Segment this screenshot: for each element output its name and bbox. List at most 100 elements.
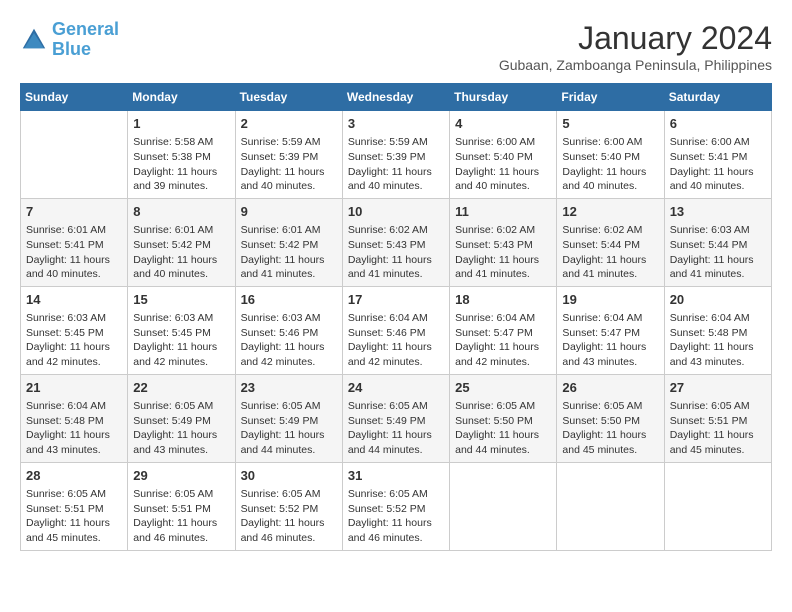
day-info: Sunrise: 5:58 AM Sunset: 5:38 PM Dayligh…	[133, 135, 229, 194]
day-number: 27	[670, 379, 766, 397]
day-number: 5	[562, 115, 658, 133]
day-info: Sunrise: 6:01 AM Sunset: 5:42 PM Dayligh…	[241, 223, 337, 282]
day-info: Sunrise: 6:00 AM Sunset: 5:41 PM Dayligh…	[670, 135, 766, 194]
day-number: 1	[133, 115, 229, 133]
calendar-cell: 25 Sunrise: 6:05 AM Sunset: 5:50 PM Dayli…	[450, 374, 557, 462]
day-info: Sunrise: 6:05 AM Sunset: 5:49 PM Dayligh…	[241, 399, 337, 458]
day-number: 16	[241, 291, 337, 309]
day-info: Sunrise: 6:02 AM Sunset: 5:43 PM Dayligh…	[348, 223, 444, 282]
day-info: Sunrise: 6:04 AM Sunset: 5:48 PM Dayligh…	[670, 311, 766, 370]
calendar-cell: 9 Sunrise: 6:01 AM Sunset: 5:42 PM Daylig…	[235, 198, 342, 286]
calendar-cell: 1 Sunrise: 5:58 AM Sunset: 5:38 PM Daylig…	[128, 111, 235, 199]
day-info: Sunrise: 6:01 AM Sunset: 5:41 PM Dayligh…	[26, 223, 122, 282]
day-info: Sunrise: 5:59 AM Sunset: 5:39 PM Dayligh…	[348, 135, 444, 194]
calendar-cell: 21 Sunrise: 6:04 AM Sunset: 5:48 PM Dayli…	[21, 374, 128, 462]
day-number: 12	[562, 203, 658, 221]
day-info: Sunrise: 6:05 AM Sunset: 5:49 PM Dayligh…	[348, 399, 444, 458]
day-number: 25	[455, 379, 551, 397]
day-number: 29	[133, 467, 229, 485]
day-number: 10	[348, 203, 444, 221]
calendar-cell	[664, 462, 771, 550]
day-info: Sunrise: 6:00 AM Sunset: 5:40 PM Dayligh…	[562, 135, 658, 194]
header-day-monday: Monday	[128, 84, 235, 111]
calendar-cell: 7 Sunrise: 6:01 AM Sunset: 5:41 PM Daylig…	[21, 198, 128, 286]
header-day-tuesday: Tuesday	[235, 84, 342, 111]
calendar-cell: 19 Sunrise: 6:04 AM Sunset: 5:47 PM Dayli…	[557, 286, 664, 374]
day-number: 19	[562, 291, 658, 309]
calendar-cell: 10 Sunrise: 6:02 AM Sunset: 5:43 PM Dayli…	[342, 198, 449, 286]
calendar-cell: 15 Sunrise: 6:03 AM Sunset: 5:45 PM Dayli…	[128, 286, 235, 374]
day-number: 20	[670, 291, 766, 309]
calendar-cell: 26 Sunrise: 6:05 AM Sunset: 5:50 PM Dayli…	[557, 374, 664, 462]
location-title: Gubaan, Zamboanga Peninsula, Philippines	[499, 57, 772, 73]
day-number: 24	[348, 379, 444, 397]
day-number: 7	[26, 203, 122, 221]
calendar-cell: 4 Sunrise: 6:00 AM Sunset: 5:40 PM Daylig…	[450, 111, 557, 199]
calendar-cell: 23 Sunrise: 6:05 AM Sunset: 5:49 PM Dayli…	[235, 374, 342, 462]
day-info: Sunrise: 6:03 AM Sunset: 5:44 PM Dayligh…	[670, 223, 766, 282]
day-info: Sunrise: 6:00 AM Sunset: 5:40 PM Dayligh…	[455, 135, 551, 194]
day-number: 23	[241, 379, 337, 397]
day-number: 4	[455, 115, 551, 133]
day-info: Sunrise: 6:03 AM Sunset: 5:45 PM Dayligh…	[133, 311, 229, 370]
calendar-cell: 27 Sunrise: 6:05 AM Sunset: 5:51 PM Dayli…	[664, 374, 771, 462]
day-number: 17	[348, 291, 444, 309]
header-day-friday: Friday	[557, 84, 664, 111]
day-number: 9	[241, 203, 337, 221]
day-info: Sunrise: 6:01 AM Sunset: 5:42 PM Dayligh…	[133, 223, 229, 282]
day-info: Sunrise: 6:04 AM Sunset: 5:47 PM Dayligh…	[562, 311, 658, 370]
calendar-cell	[450, 462, 557, 550]
logo: General Blue	[20, 20, 119, 60]
day-info: Sunrise: 6:05 AM Sunset: 5:49 PM Dayligh…	[133, 399, 229, 458]
day-number: 15	[133, 291, 229, 309]
day-info: Sunrise: 6:04 AM Sunset: 5:47 PM Dayligh…	[455, 311, 551, 370]
calendar-week-row: 21 Sunrise: 6:04 AM Sunset: 5:48 PM Dayli…	[21, 374, 772, 462]
day-info: Sunrise: 6:05 AM Sunset: 5:51 PM Dayligh…	[670, 399, 766, 458]
day-number: 28	[26, 467, 122, 485]
day-number: 22	[133, 379, 229, 397]
calendar-cell: 16 Sunrise: 6:03 AM Sunset: 5:46 PM Dayli…	[235, 286, 342, 374]
calendar-cell: 28Sunrise: 6:05 AM Sunset: 5:51 PM Dayli…	[21, 462, 128, 550]
calendar-cell: 22 Sunrise: 6:05 AM Sunset: 5:49 PM Dayli…	[128, 374, 235, 462]
day-number: 8	[133, 203, 229, 221]
calendar-cell: 13Sunrise: 6:03 AM Sunset: 5:44 PM Dayli…	[664, 198, 771, 286]
logo-text: General Blue	[52, 20, 119, 60]
day-number: 26	[562, 379, 658, 397]
day-info: Sunrise: 6:02 AM Sunset: 5:44 PM Dayligh…	[562, 223, 658, 282]
day-info: Sunrise: 6:05 AM Sunset: 5:50 PM Dayligh…	[562, 399, 658, 458]
day-info: Sunrise: 6:04 AM Sunset: 5:48 PM Dayligh…	[26, 399, 122, 458]
logo-icon	[20, 26, 48, 54]
day-info: Sunrise: 6:05 AM Sunset: 5:52 PM Dayligh…	[241, 487, 337, 546]
calendar-table: SundayMondayTuesdayWednesdayThursdayFrid…	[20, 83, 772, 551]
calendar-cell: 6 Sunrise: 6:00 AM Sunset: 5:41 PM Daylig…	[664, 111, 771, 199]
calendar-header-row: SundayMondayTuesdayWednesdayThursdayFrid…	[21, 84, 772, 111]
month-title: January 2024	[499, 20, 772, 57]
page-header: General Blue January 2024 Gubaan, Zamboa…	[20, 20, 772, 73]
calendar-cell: 30 Sunrise: 6:05 AM Sunset: 5:52 PM Dayli…	[235, 462, 342, 550]
day-info: Sunrise: 6:03 AM Sunset: 5:46 PM Dayligh…	[241, 311, 337, 370]
title-area: January 2024 Gubaan, Zamboanga Peninsula…	[499, 20, 772, 73]
day-info: Sunrise: 6:02 AM Sunset: 5:43 PM Dayligh…	[455, 223, 551, 282]
calendar-week-row: 28Sunrise: 6:05 AM Sunset: 5:51 PM Dayli…	[21, 462, 772, 550]
day-info: Sunrise: 6:05 AM Sunset: 5:50 PM Dayligh…	[455, 399, 551, 458]
calendar-cell: 5 Sunrise: 6:00 AM Sunset: 5:40 PM Daylig…	[557, 111, 664, 199]
header-day-wednesday: Wednesday	[342, 84, 449, 111]
calendar-cell: 20 Sunrise: 6:04 AM Sunset: 5:48 PM Dayli…	[664, 286, 771, 374]
day-number: 21	[26, 379, 122, 397]
calendar-week-row: 1 Sunrise: 5:58 AM Sunset: 5:38 PM Daylig…	[21, 111, 772, 199]
calendar-cell: 3Sunrise: 5:59 AM Sunset: 5:39 PM Daylig…	[342, 111, 449, 199]
day-number: 6	[670, 115, 766, 133]
calendar-cell	[557, 462, 664, 550]
day-info: Sunrise: 6:03 AM Sunset: 5:45 PM Dayligh…	[26, 311, 122, 370]
calendar-cell: 29Sunrise: 6:05 AM Sunset: 5:51 PM Dayli…	[128, 462, 235, 550]
calendar-cell: 18Sunrise: 6:04 AM Sunset: 5:47 PM Dayli…	[450, 286, 557, 374]
day-number: 14	[26, 291, 122, 309]
day-number: 11	[455, 203, 551, 221]
day-number: 2	[241, 115, 337, 133]
calendar-cell: 8 Sunrise: 6:01 AM Sunset: 5:42 PM Daylig…	[128, 198, 235, 286]
calendar-cell: 24 Sunrise: 6:05 AM Sunset: 5:49 PM Dayli…	[342, 374, 449, 462]
calendar-week-row: 14 Sunrise: 6:03 AM Sunset: 5:45 PM Dayli…	[21, 286, 772, 374]
calendar-cell	[21, 111, 128, 199]
calendar-cell: 11 Sunrise: 6:02 AM Sunset: 5:43 PM Dayli…	[450, 198, 557, 286]
day-number: 30	[241, 467, 337, 485]
